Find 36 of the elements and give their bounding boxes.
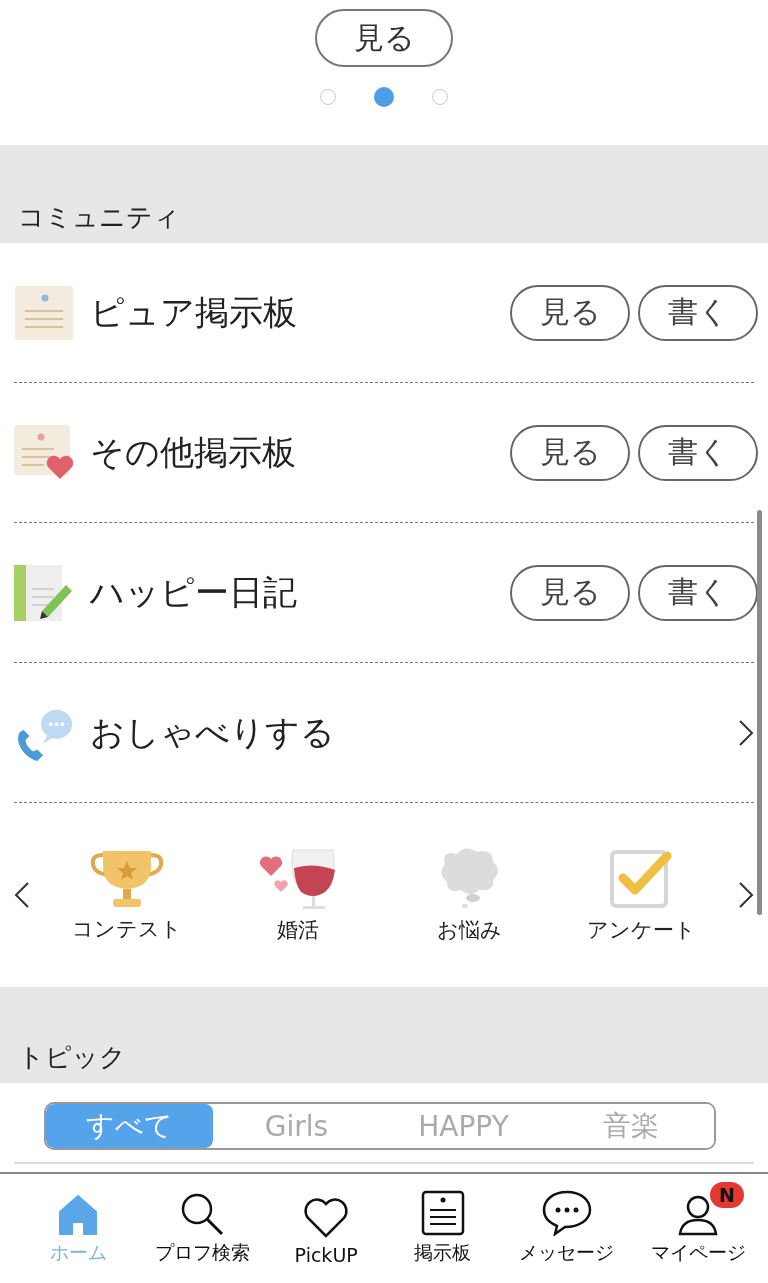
menu-item-label[interactable]: ハッピー日記 — [90, 569, 494, 616]
nav-tab-label[interactable]: マイページ — [650, 1240, 746, 1266]
search-icon[interactable] — [180, 1192, 225, 1236]
nav-tab-label[interactable]: プロフ検索 — [154, 1240, 250, 1266]
speech-bubble-icon[interactable] — [540, 1188, 593, 1236]
menu-item-label[interactable]: ピュア掲示板 — [90, 289, 494, 336]
chevron-left-icon — [14, 881, 30, 909]
nav-tab-label[interactable]: メッセージ — [519, 1240, 615, 1266]
heart-icon[interactable] — [302, 1196, 351, 1240]
view-button[interactable]: 見る — [510, 424, 630, 481]
person-icon[interactable] — [678, 1194, 719, 1236]
view-button[interactable]: 見る — [510, 284, 630, 341]
view-button[interactable]: 見る — [315, 9, 453, 67]
notification-badge: N — [710, 1182, 744, 1208]
feature-label[interactable]: コンテスト — [71, 915, 182, 943]
note-icon — [15, 285, 73, 340]
feature-label[interactable]: 婚活 — [277, 916, 320, 944]
carousel-dot[interactable] — [374, 87, 394, 107]
section-title: コミュニティ — [18, 201, 180, 234]
nav-tab-label[interactable]: 掲示板 — [414, 1240, 472, 1266]
view-button[interactable]: 見る — [510, 564, 630, 621]
feature-label[interactable]: お悩み — [437, 916, 503, 944]
feature-label[interactable]: アンケート — [586, 916, 696, 944]
notebook-pencil-icon — [14, 564, 74, 621]
nav-tab-label[interactable]: PickUP — [294, 1244, 358, 1266]
write-button[interactable]: 書く — [638, 284, 758, 341]
bulletin-board-icon[interactable] — [420, 1190, 465, 1236]
write-button[interactable]: 書く — [638, 424, 758, 481]
section-title: トピック — [18, 1041, 126, 1074]
write-button[interactable]: 書く — [638, 564, 758, 621]
chevron-right-icon — [738, 718, 754, 747]
menu-item-label[interactable]: その他掲示板 — [90, 429, 494, 476]
menu-item-label[interactable]: おしゃべりする — [90, 709, 722, 756]
note-heart-icon — [14, 424, 74, 481]
home-icon[interactable] — [58, 1194, 98, 1236]
chevron-right-icon — [737, 881, 754, 909]
